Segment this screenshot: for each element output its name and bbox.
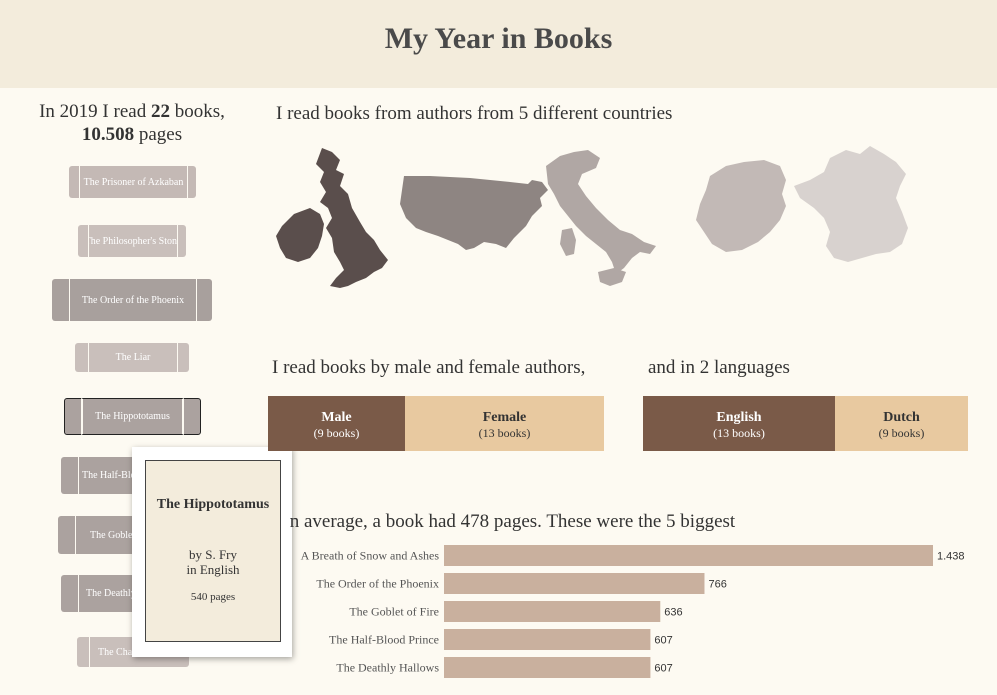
tooltip-pages: 540 pages [190, 591, 236, 603]
map-italy-mainland-shape [546, 150, 656, 274]
gender-female-count: (13 books) [478, 425, 531, 440]
language-english-segment[interactable]: English (13 books) [643, 396, 835, 451]
map-netherlands[interactable] [696, 160, 786, 252]
summary-books-word: books, [174, 101, 225, 122]
languages-heading: and in 2 languages [648, 357, 790, 378]
bar-value-label: 1.438 [937, 551, 965, 563]
map-sicily-shape [598, 268, 626, 286]
bar-value-label: 766 [708, 579, 726, 591]
language-dutch-label: Dutch [883, 409, 920, 425]
map-sardinia-shape [560, 228, 576, 256]
language-english-label: English [716, 409, 762, 425]
book-philosophers-stone[interactable]: The Philosopher's Stone [78, 225, 186, 257]
tooltip-book-cover: The Hippototamus by S. Fry in English 54… [145, 460, 281, 642]
gender-female-segment[interactable]: Female (13 books) [405, 396, 604, 451]
page-title: My Year in Books [384, 22, 613, 55]
book-spine-label: The Philosopher's Stone [88, 225, 178, 257]
bar-category-label: The Goblet of Fire [349, 605, 439, 619]
bar[interactable] [444, 657, 651, 678]
bar[interactable] [444, 629, 651, 650]
tooltip-title: The Hippototamus [156, 497, 270, 512]
language-dutch-count: (9 books) [878, 425, 925, 440]
language-english-count: (13 books) [713, 425, 765, 440]
countries-heading: I read books from authors from 5 differe… [276, 103, 673, 124]
summary-pages-word: pages [138, 124, 183, 145]
map-italy[interactable] [546, 150, 656, 286]
tooltip-author: by S. Fry [188, 547, 238, 562]
map-united-states[interactable] [400, 176, 548, 250]
book-the-liar[interactable]: The Liar [75, 343, 189, 372]
gender-male-segment[interactable]: Male (9 books) [268, 396, 405, 451]
bar-category-label: The Order of the Phoenix [316, 577, 439, 591]
gender-male-label: Male [321, 409, 352, 425]
biggest-books-heading: On average, a book had 478 pages. These … [276, 511, 736, 532]
summary-prefix: In 2019 I read [39, 101, 147, 122]
bar-value-label: 607 [654, 635, 672, 647]
language-dutch-segment[interactable]: Dutch (9 books) [835, 396, 968, 451]
book-prisoner-of-azkaban[interactable]: The Prisoner of Azkaban [69, 166, 196, 198]
gender-heading: I read books by male and female authors, [272, 357, 586, 378]
bar-value-label: 636 [664, 607, 682, 619]
bar-category-label: The Deathly Hallows [336, 661, 439, 675]
bar[interactable] [444, 573, 705, 594]
summary-book-count: 22 [150, 101, 170, 122]
gender-split-bar: Male (9 books) Female (13 books) [268, 396, 604, 451]
bar-category-label: The Half-Blood Prince [329, 633, 439, 647]
book-the-hippototamus[interactable]: The Hippototamus [64, 398, 201, 435]
map-france[interactable] [794, 146, 908, 262]
tooltip-language: in English [186, 562, 240, 577]
map-great-britain-shape [316, 148, 388, 288]
bar-value-label: 607 [654, 663, 672, 675]
book-spine-label: The Hippototamus [81, 398, 184, 435]
book-tooltip: The Hippototamus by S. Fry in English 54… [132, 447, 292, 657]
reading-summary: In 2019 I read 22 books, 10.508 pages [14, 100, 250, 146]
page-header: My Year in Books [0, 0, 997, 88]
gender-female-label: Female [482, 409, 527, 425]
book-spine-label: The Liar [88, 343, 178, 372]
biggest-books-chart: A Breath of Snow and Ashes 1.438 The Order… [301, 545, 965, 678]
map-united-kingdom[interactable] [276, 148, 388, 288]
bar[interactable] [444, 601, 661, 622]
country-maps [276, 146, 908, 288]
book-spine-label: The Prisoner of Azkaban [79, 166, 188, 198]
map-ireland-shape [276, 208, 324, 262]
summary-page-count: 10.508 [81, 124, 135, 145]
book-spine-label: The Order of the Phoenix [69, 279, 197, 321]
language-split-bar: English (13 books) Dutch (9 books) [643, 396, 968, 451]
bar-category-label: A Breath of Snow and Ashes [301, 549, 440, 563]
gender-male-count: (9 books) [313, 425, 360, 440]
book-order-of-the-phoenix[interactable]: The Order of the Phoenix [52, 279, 212, 321]
bar[interactable] [444, 545, 933, 566]
